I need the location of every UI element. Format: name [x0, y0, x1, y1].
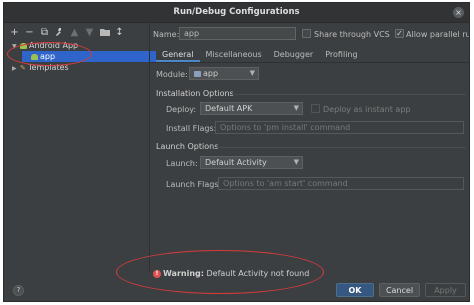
deploy-value: Default APK: [205, 104, 253, 113]
instant-app-label: Deploy as instant app: [323, 105, 411, 114]
remove-icon[interactable]: −: [25, 27, 34, 39]
launch-section-title: Launch Options: [156, 142, 219, 151]
deploy-label: Deploy:: [166, 105, 197, 114]
split-divider[interactable]: [149, 22, 150, 272]
move-down-icon[interactable]: ▼: [85, 27, 94, 39]
run-debug-dialog: Run/Debug Configurations × + − ⧉ ▲ ▼ ↕ ▼…: [3, 2, 470, 302]
chevron-down-icon: ▼: [293, 104, 299, 112]
tab-debugger[interactable]: Debugger: [268, 47, 320, 62]
chevron-down-icon: ▼: [293, 158, 299, 166]
tab-profiling[interactable]: Profiling: [319, 47, 363, 62]
move-up-icon[interactable]: ▲: [70, 27, 79, 39]
install-flags-field[interactable]: Options to 'pm install' command: [215, 121, 464, 134]
tab-separator: [150, 62, 469, 63]
annotation-circle-app: [7, 42, 92, 66]
folder-module-icon: [194, 70, 201, 77]
installation-section-title: Installation Options: [156, 89, 234, 98]
wrench-icon[interactable]: [55, 27, 64, 39]
help-button[interactable]: ?: [13, 285, 24, 296]
chevron-down-icon: ▼: [249, 69, 255, 77]
share-vcs-label: Share through VCS: [314, 30, 390, 39]
add-icon[interactable]: +: [10, 27, 19, 39]
wrench-icon: ✎: [20, 64, 26, 72]
instant-app-checkbox[interactable]: [311, 104, 320, 113]
collapse-arrow-icon[interactable]: ▶: [12, 63, 20, 74]
ok-button[interactable]: OK: [336, 283, 374, 297]
tab-general[interactable]: General: [156, 47, 200, 62]
share-vcs-checkbox[interactable]: [302, 29, 311, 38]
apply-button[interactable]: Apply: [425, 283, 466, 297]
launch-select[interactable]: Default Activity ▼: [200, 156, 303, 169]
module-value: app: [203, 69, 219, 78]
allow-parallel-label: Allow parallel run: [406, 30, 470, 39]
folder-icon[interactable]: [100, 27, 110, 39]
install-flags-label: Install Flags:: [166, 124, 217, 133]
deploy-select[interactable]: Default APK ▼: [200, 102, 303, 115]
dialog-title: Run/Debug Configurations: [4, 3, 469, 23]
annotation-circle-warning: [116, 250, 324, 294]
close-icon[interactable]: ×: [453, 7, 464, 18]
sort-icon[interactable]: ↕: [115, 27, 124, 39]
launch-value: Default Activity: [205, 158, 267, 167]
launch-flags-field[interactable]: Options to 'am start' command: [218, 177, 464, 190]
section-divider: [230, 94, 466, 95]
section-divider: [216, 147, 466, 148]
launch-flags-label: Launch Flags:: [166, 180, 222, 189]
name-label: Name:: [153, 30, 180, 39]
config-toolbar: + − ⧉ ▲ ▼ ↕: [10, 25, 124, 41]
name-field[interactable]: app: [179, 27, 296, 40]
allow-parallel-checkbox[interactable]: ✓: [395, 29, 404, 38]
copy-icon[interactable]: ⧉: [40, 27, 49, 39]
config-tabs: General Miscellaneous Debugger Profiling: [156, 47, 364, 62]
cancel-button[interactable]: Cancel: [379, 283, 420, 297]
module-label: Module:: [156, 70, 188, 79]
module-select[interactable]: app ▼: [189, 67, 259, 80]
tab-miscellaneous[interactable]: Miscellaneous: [200, 47, 268, 62]
launch-label: Launch:: [166, 159, 198, 168]
